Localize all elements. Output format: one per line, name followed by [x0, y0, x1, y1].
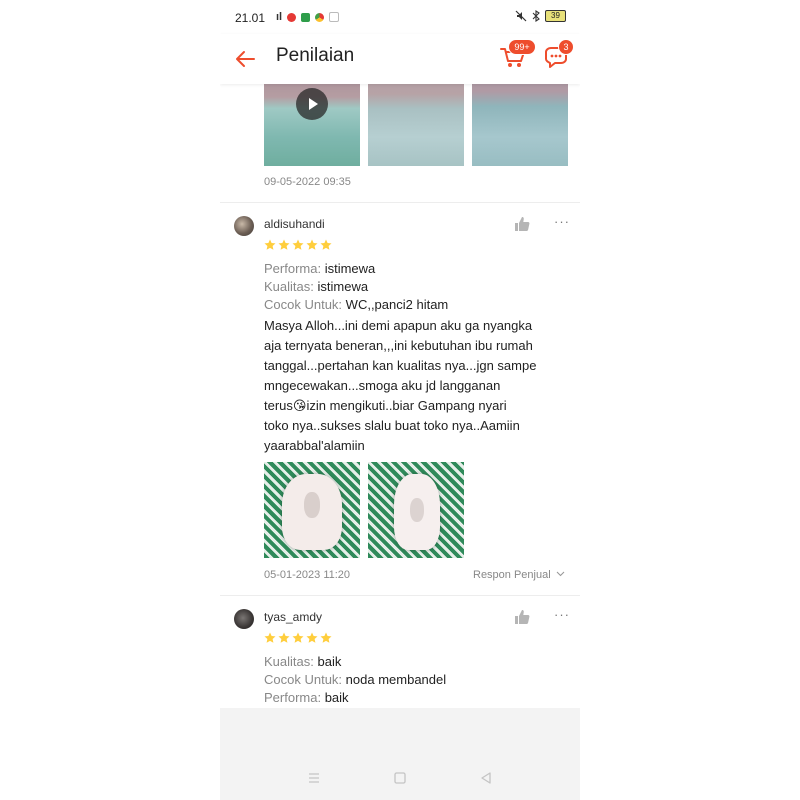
review-attribute: Performa: istimewa [264, 261, 375, 276]
review-list: 09-05-2022 09:35 aldisuhandi ··· Perform… [220, 84, 580, 708]
back-arrow-icon[interactable] [232, 46, 258, 72]
review-attribute: Kualitas: istimewa [264, 279, 368, 294]
attribute-label: Kualitas: [264, 279, 314, 294]
review-photo[interactable] [368, 84, 464, 166]
notification-app-icon [329, 12, 340, 22]
seller-response-label: Respon Penjual [473, 569, 551, 581]
page-title: Penilaian [276, 45, 355, 66]
mute-icon [515, 10, 527, 22]
attribute-value: istimewa [324, 261, 376, 276]
status-bar: 21.01 ıl 39 [220, 0, 580, 34]
review-photo[interactable] [472, 84, 568, 166]
status-right-icons: 39 [515, 10, 566, 22]
review-body-line: yaarabbal'alamiin [264, 438, 365, 453]
signal-icon: ıl [276, 11, 283, 23]
star-icon [320, 239, 332, 250]
review-body: Masya Alloh...ini demi apapun aku ga nya… [264, 316, 564, 456]
review-body-line: mngecewakan...smoga aku jd langganan [264, 378, 501, 393]
battery-level: 39 [551, 11, 560, 20]
attribute-value: baik [317, 654, 342, 669]
divider [220, 202, 580, 203]
review-body-line: terus😘izin mengikuti..biar Gampang nyari [264, 398, 507, 413]
attribute-value: baik [324, 690, 349, 705]
more-icon[interactable]: ··· [554, 607, 570, 622]
attribute-label: Cocok Untuk: [264, 297, 343, 312]
toilet-shape [410, 498, 424, 522]
star-icon [292, 632, 304, 643]
notification-app-icon [301, 12, 311, 22]
menu-icon[interactable] [306, 770, 322, 786]
avatar[interactable] [234, 216, 254, 236]
attribute-label: Kualitas: [264, 654, 314, 669]
star-icon [292, 239, 304, 250]
star-icon [264, 239, 276, 250]
chat-badge: 3 [558, 39, 574, 55]
notification-app-icon [287, 12, 297, 22]
review-body-line: tanggal...pertahan kan kualitas nya...jg… [264, 358, 537, 373]
avatar[interactable] [234, 609, 254, 629]
divider [220, 595, 580, 596]
review-body-line: toko nya..sukses slalu buat toko nya..Aa… [264, 418, 520, 433]
back-nav-icon[interactable] [478, 770, 494, 786]
chrome-icon [315, 12, 325, 22]
review-username[interactable]: aldisuhandi [264, 217, 325, 231]
star-icon [306, 239, 318, 250]
attribute-label: Performa: [264, 690, 322, 705]
review-date: 05-01-2023 11:20 [264, 569, 351, 581]
chevron-down-icon [556, 571, 565, 577]
toilet-shape [304, 492, 320, 518]
system-nav-bar [220, 708, 580, 800]
review-video-thumbnail[interactable] [264, 84, 360, 166]
review-body-line: Masya Alloh...ini demi apapun aku ga nya… [264, 318, 533, 333]
attribute-label: Performa: [264, 261, 322, 276]
star-icon [306, 632, 318, 643]
home-icon[interactable] [392, 770, 408, 786]
bluetooth-icon [532, 10, 540, 22]
thumbs-up-icon[interactable] [514, 216, 530, 232]
review-attribute: Cocok Untuk: WC,,panci2 hitam [264, 297, 448, 312]
attribute-value: noda membandel [345, 672, 447, 687]
battery-icon: 39 [545, 10, 566, 22]
star-icon [320, 632, 332, 643]
review-attribute: Kualitas: baik [264, 654, 341, 669]
star-rating [264, 632, 332, 644]
star-icon [264, 632, 276, 643]
cart-badge: 99+ [508, 39, 536, 55]
star-icon [278, 239, 290, 250]
review-attribute: Performa: baik [264, 690, 349, 705]
status-left-icons: ıl [276, 11, 340, 23]
seller-response-toggle[interactable]: Respon Penjual [473, 569, 565, 581]
app-header: Penilaian 99+ 3 [220, 34, 580, 84]
review-username[interactable]: tyas_amdy [264, 610, 322, 624]
star-rating [264, 239, 332, 251]
review-photo[interactable] [264, 462, 360, 558]
review-attribute: Cocok Untuk: noda membandel [264, 672, 446, 687]
attribute-label: Cocok Untuk: [264, 672, 343, 687]
star-icon [278, 632, 290, 643]
phone-screen: 21.01 ıl 39 Penilaian 99+ 3 09-05-2022 0… [220, 0, 580, 800]
review-body-line: aja ternyata beneran,,,ini kebutuhan ibu… [264, 338, 533, 353]
review-date: 09-05-2022 09:35 [264, 176, 351, 188]
play-icon [296, 88, 328, 120]
more-icon[interactable]: ··· [554, 214, 570, 229]
attribute-value: WC,,panci2 hitam [345, 297, 449, 312]
thumbs-up-icon[interactable] [514, 609, 530, 625]
status-time: 21.01 [235, 11, 266, 25]
review-photo[interactable] [368, 462, 464, 558]
attribute-value: istimewa [317, 279, 369, 294]
